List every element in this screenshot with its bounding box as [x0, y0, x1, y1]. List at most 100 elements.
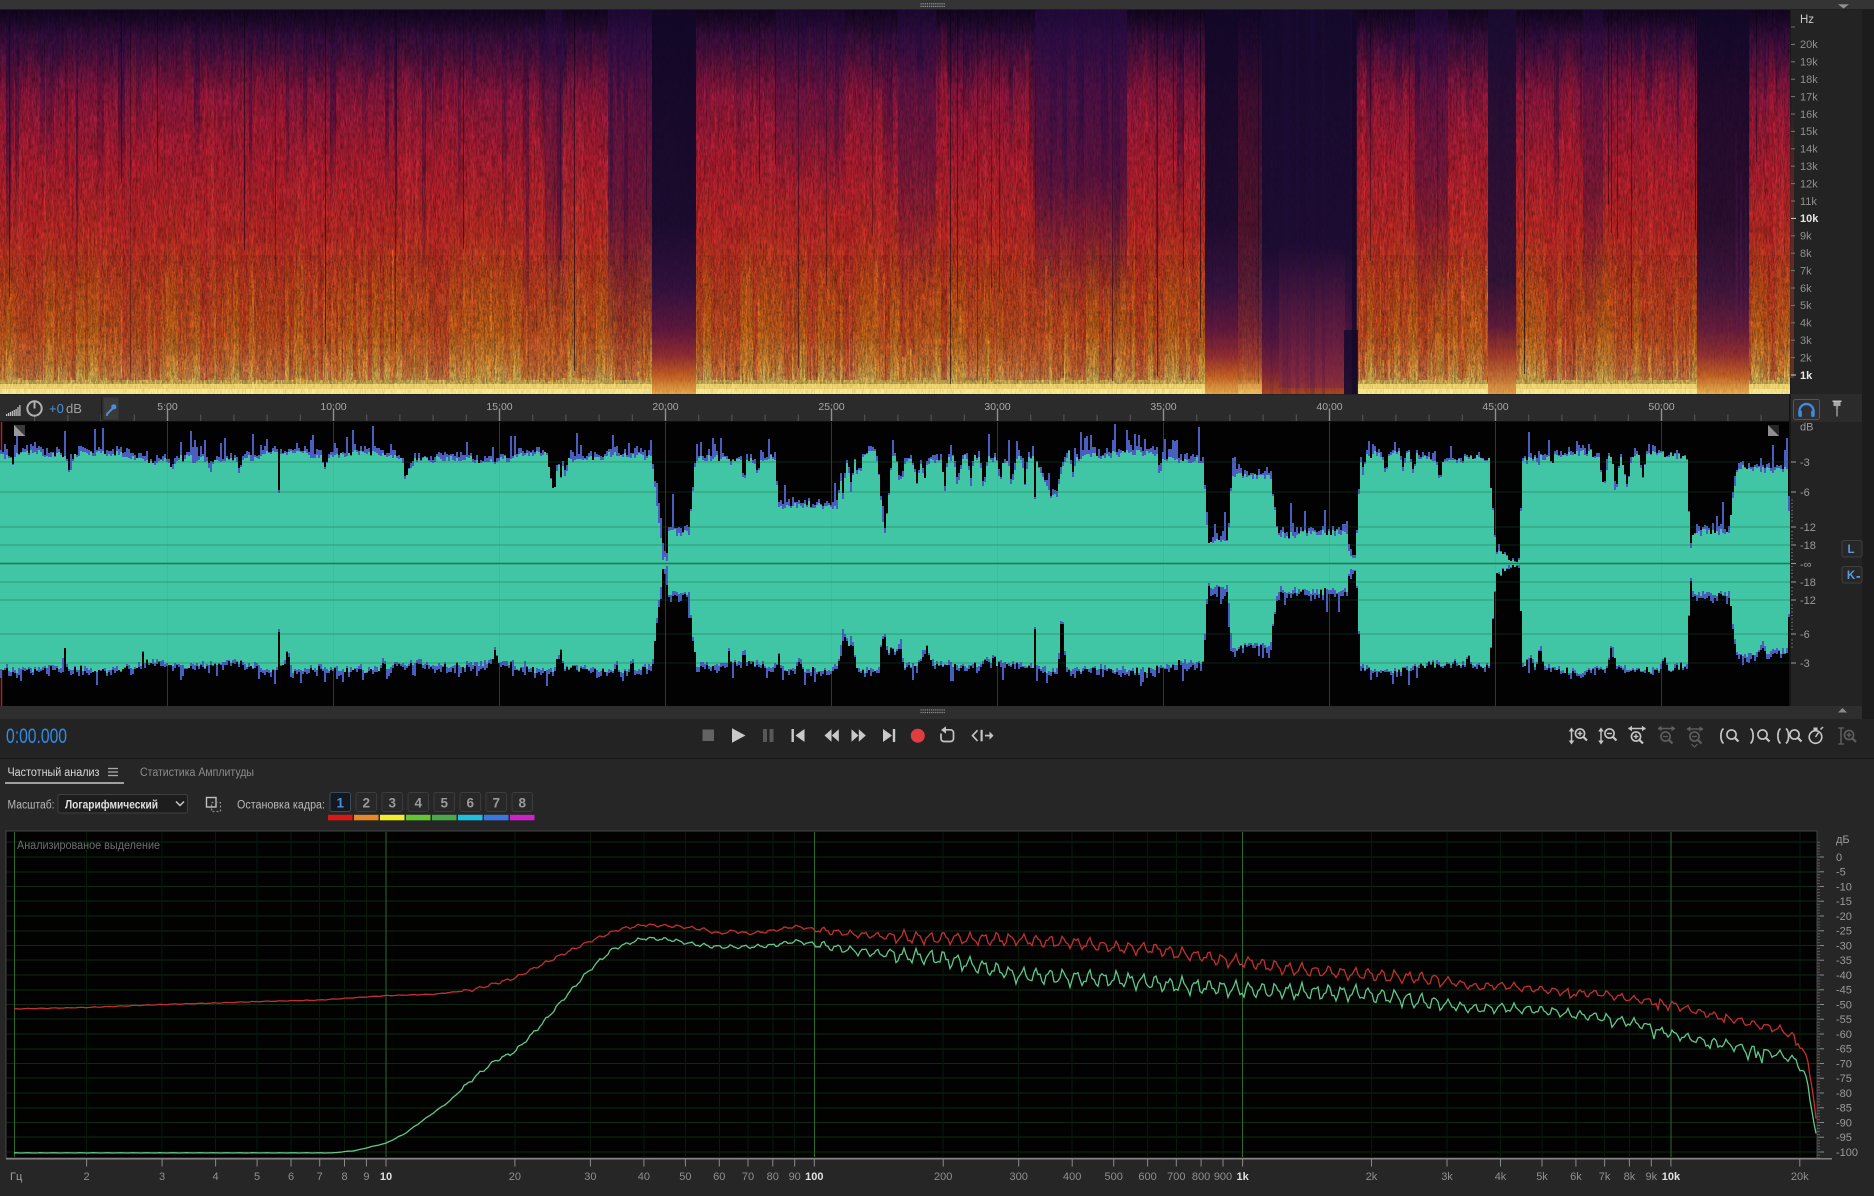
svg-text:8k: 8k — [1800, 248, 1812, 260]
svg-text:-80: -80 — [1836, 1088, 1852, 1100]
svg-text:0:00.000: 0:00.000 — [6, 725, 67, 748]
svg-text:20:00: 20:00 — [652, 401, 678, 413]
svg-text:300: 300 — [1010, 1171, 1028, 1183]
svg-text:20: 20 — [509, 1171, 521, 1183]
svg-text:2k: 2k — [1366, 1171, 1378, 1183]
svg-text:9k: 9k — [1645, 1171, 1657, 1183]
svg-text:11k: 11k — [1800, 196, 1817, 208]
svg-text:2k: 2k — [1800, 352, 1812, 364]
svg-text:6: 6 — [288, 1171, 294, 1183]
svg-text:-18: -18 — [1800, 577, 1816, 589]
svg-text:2: 2 — [84, 1171, 90, 1183]
svg-text:-45: -45 — [1836, 985, 1852, 997]
svg-text:dB: dB — [1800, 422, 1813, 434]
svg-text:1k: 1k — [1800, 370, 1813, 382]
svg-text:17k: 17k — [1800, 91, 1818, 103]
svg-text:Частотный анализ: Частотный анализ — [8, 767, 100, 779]
svg-text:15k: 15k — [1800, 126, 1818, 138]
svg-text:50: 50 — [679, 1171, 691, 1183]
svg-text:35:00: 35:00 — [1150, 401, 1176, 413]
svg-text:-6: -6 — [1800, 629, 1810, 641]
svg-text:-100: -100 — [1836, 1147, 1858, 1159]
svg-text:50:00: 50:00 — [1648, 401, 1674, 413]
svg-text:12k: 12k — [1800, 178, 1818, 190]
svg-text:8k: 8k — [1624, 1171, 1636, 1183]
svg-text:1k: 1k — [1236, 1171, 1249, 1183]
svg-text:-5: -5 — [1836, 867, 1846, 879]
svg-text:5:00: 5:00 — [157, 401, 178, 413]
svg-text:-12: -12 — [1800, 522, 1816, 534]
svg-text:Статистика Амплитуды: Статистика Амплитуды — [140, 767, 254, 779]
svg-text:60: 60 — [713, 1171, 725, 1183]
svg-text:-6: -6 — [1800, 487, 1810, 499]
svg-text:6: 6 — [466, 796, 474, 811]
svg-text:Анализированое выделение: Анализированое выделение — [17, 840, 160, 852]
svg-text:70: 70 — [742, 1171, 754, 1183]
svg-text:5: 5 — [254, 1171, 260, 1183]
svg-text:3: 3 — [388, 796, 396, 811]
svg-text:4: 4 — [213, 1171, 219, 1183]
svg-text:4k: 4k — [1800, 318, 1812, 330]
svg-text:18k: 18k — [1800, 74, 1818, 86]
svg-text:-15: -15 — [1836, 896, 1852, 908]
svg-text:-60: -60 — [1836, 1029, 1852, 1041]
svg-text:3k: 3k — [1441, 1171, 1453, 1183]
svg-text:800: 800 — [1192, 1171, 1210, 1183]
svg-text:Масштаб:: Масштаб: — [8, 800, 55, 812]
svg-text:dB: dB — [66, 401, 82, 416]
svg-text:1: 1 — [336, 796, 344, 811]
svg-text:40: 40 — [638, 1171, 650, 1183]
svg-text:8: 8 — [518, 796, 526, 811]
svg-text:8: 8 — [341, 1171, 347, 1183]
svg-text:3k: 3k — [1800, 335, 1812, 347]
svg-text:10:00: 10:00 — [320, 401, 346, 413]
svg-text:700: 700 — [1167, 1171, 1185, 1183]
svg-text:10: 10 — [380, 1171, 392, 1183]
svg-text:15:00: 15:00 — [486, 401, 512, 413]
svg-text:K: K — [1847, 570, 1856, 582]
svg-text:2: 2 — [362, 796, 370, 811]
svg-text:14k: 14k — [1800, 144, 1818, 156]
svg-text:-95: -95 — [1836, 1132, 1852, 1144]
svg-text:Остановка кадра:: Остановка кадра: — [237, 800, 325, 812]
svg-text:13k: 13k — [1800, 161, 1818, 173]
svg-text:80: 80 — [767, 1171, 779, 1183]
svg-text:4k: 4k — [1495, 1171, 1507, 1183]
svg-text:-∞: -∞ — [1800, 559, 1812, 571]
svg-text:600: 600 — [1138, 1171, 1156, 1183]
svg-text:-12: -12 — [1800, 595, 1816, 607]
svg-text:10k: 10k — [1800, 213, 1819, 225]
svg-text:9k: 9k — [1800, 231, 1812, 243]
svg-text:-18: -18 — [1800, 540, 1816, 552]
svg-text:4: 4 — [414, 796, 422, 811]
svg-text:7k: 7k — [1800, 265, 1812, 277]
svg-text:45:00: 45:00 — [1482, 401, 1508, 413]
svg-text:5k: 5k — [1536, 1171, 1548, 1183]
svg-text:3: 3 — [159, 1171, 165, 1183]
svg-text:7: 7 — [317, 1171, 323, 1183]
svg-text:30: 30 — [584, 1171, 596, 1183]
svg-text:400: 400 — [1063, 1171, 1081, 1183]
svg-text:-20: -20 — [1836, 911, 1852, 923]
svg-text:L: L — [1847, 544, 1854, 556]
svg-text:Логарифмический: Логарифмический — [65, 798, 158, 812]
svg-text:100: 100 — [805, 1171, 823, 1183]
svg-text:20k: 20k — [1800, 39, 1818, 51]
svg-text:6k: 6k — [1570, 1171, 1582, 1183]
svg-text:Hz: Hz — [1800, 14, 1814, 26]
svg-text:90: 90 — [789, 1171, 801, 1183]
svg-text:5: 5 — [440, 796, 448, 811]
svg-text:Гц: Гц — [10, 1171, 23, 1183]
svg-text:-70: -70 — [1836, 1058, 1852, 1070]
svg-text:7: 7 — [492, 796, 500, 811]
svg-text:-90: -90 — [1836, 1117, 1852, 1129]
svg-text:5k: 5k — [1800, 300, 1812, 312]
svg-text:16k: 16k — [1800, 109, 1818, 121]
svg-text:0: 0 — [1836, 852, 1842, 864]
svg-text:500: 500 — [1105, 1171, 1123, 1183]
svg-text:25:00: 25:00 — [818, 401, 844, 413]
svg-text:-25: -25 — [1836, 926, 1852, 938]
svg-text:-75: -75 — [1836, 1073, 1852, 1085]
svg-text:-3: -3 — [1800, 658, 1810, 670]
svg-text:-55: -55 — [1836, 1014, 1852, 1026]
